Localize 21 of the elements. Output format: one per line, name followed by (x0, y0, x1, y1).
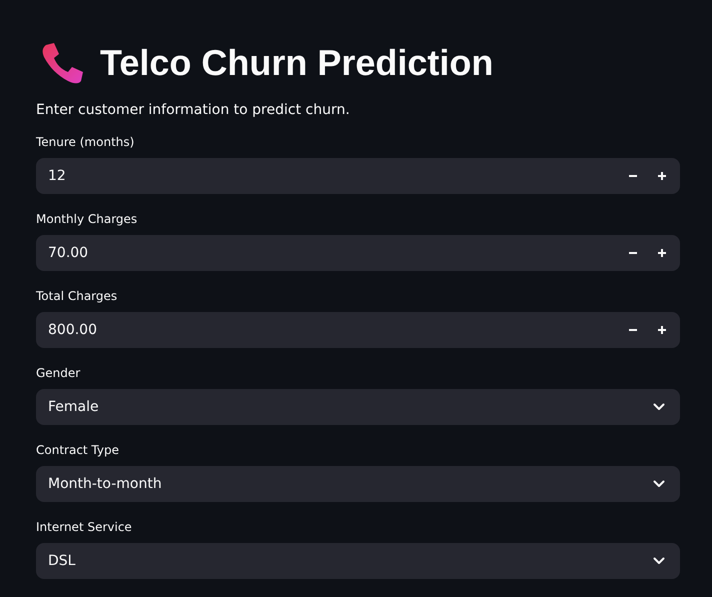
plus-icon (656, 171, 666, 181)
field-label: Gender (36, 365, 82, 381)
number-input[interactable]: 12 (36, 158, 680, 194)
number-input[interactable]: 70.00 (36, 235, 680, 271)
dropdown-select[interactable]: Month-to-month (36, 466, 680, 502)
page-description: Enter customer information to predict churn. (36, 101, 351, 120)
field-label: Contract Type (36, 442, 120, 458)
phone-icon (40, 41, 84, 85)
dropdown-select[interactable]: DSL (36, 543, 680, 579)
field-label: Total Charges (36, 288, 118, 304)
plus-icon (656, 325, 666, 335)
field-label: Internet Service (36, 519, 133, 535)
page-title: Telco Churn Prediction (100, 41, 494, 85)
dropdown-select[interactable]: Female (36, 389, 680, 425)
chevron-down-icon (653, 480, 665, 488)
field-label: Monthly Charges (36, 211, 138, 227)
chevron-down-icon (653, 557, 665, 565)
chevron-down-icon (653, 403, 665, 411)
field-label: Tenure (months) (36, 134, 136, 150)
plus-icon (656, 248, 666, 258)
number-input[interactable]: 800.00 (36, 312, 680, 348)
